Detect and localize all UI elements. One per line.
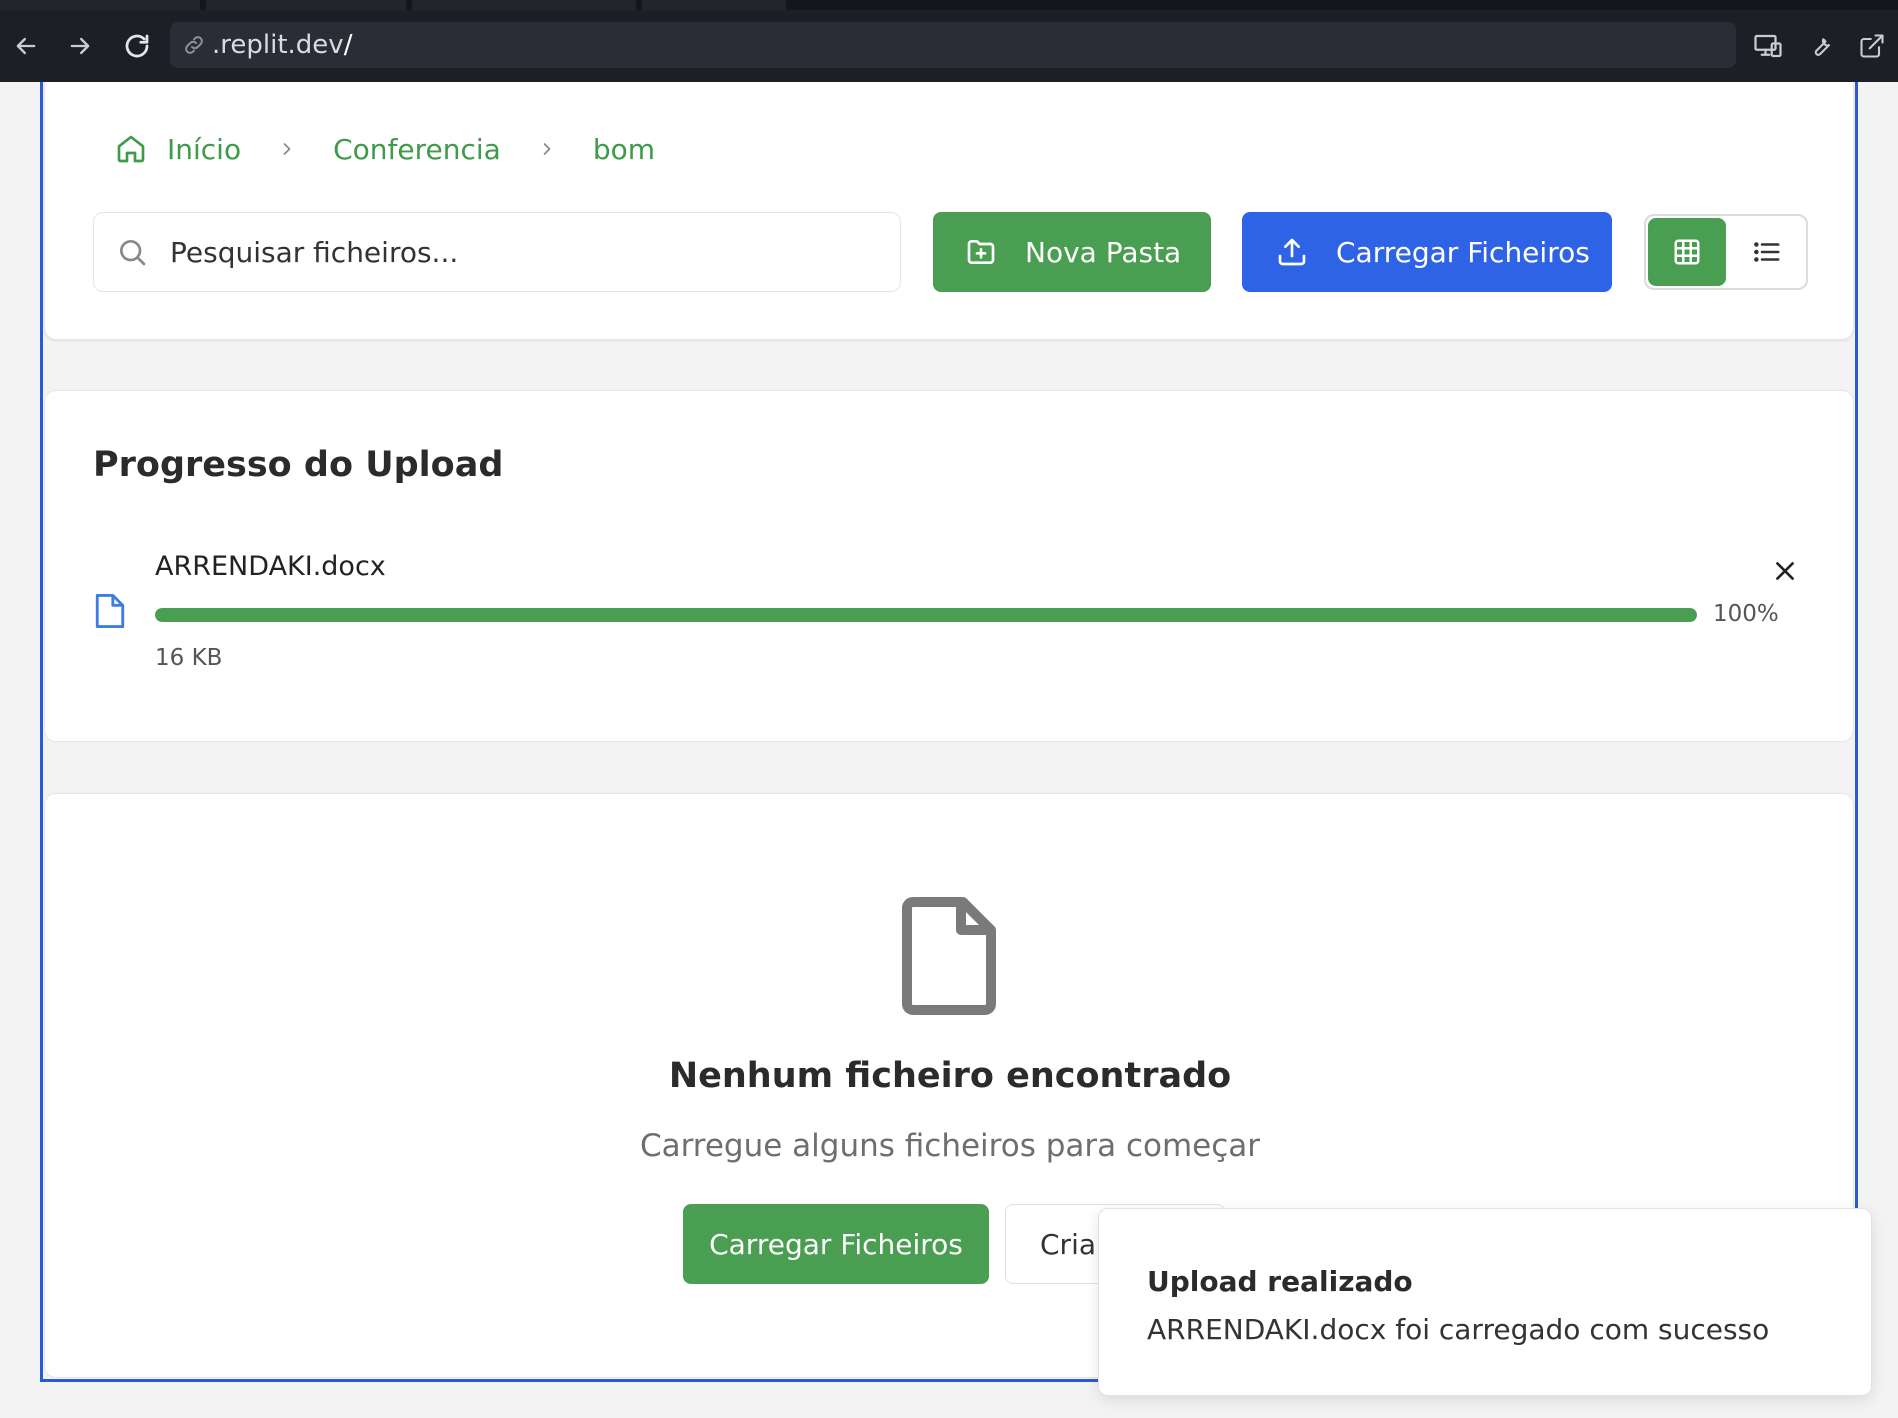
- arrow-left-icon: [16, 37, 36, 55]
- chevron-right-icon: [277, 139, 297, 159]
- empty-state-subtitle: Carregue alguns ficheiros para começar: [639, 1128, 1261, 1164]
- toast-message: ARRENDAKI.docx foi carregado com sucesso: [1147, 1313, 1770, 1346]
- address-bar[interactable]: .replit.dev /: [170, 22, 1736, 68]
- reload-icon: [125, 34, 149, 58]
- new-folder-label: Nova Pasta: [1025, 235, 1182, 269]
- new-folder-button[interactable]: Nova Pasta: [933, 212, 1211, 292]
- url-text: .replit.dev: [212, 30, 344, 60]
- devices-icon: [1754, 34, 1782, 58]
- breadcrumb-item-bom[interactable]: bom: [593, 133, 655, 166]
- upload-file-size: 16 KB: [155, 645, 223, 671]
- toast-notification[interactable]: Upload realizado ARRENDAKI.docx foi carr…: [1098, 1208, 1872, 1396]
- upload-progress-bar: [155, 608, 1697, 622]
- browser-tab[interactable]: [642, 0, 786, 10]
- external-link-icon: [1860, 34, 1884, 58]
- upload-file-name: ARRENDAKI.docx: [155, 551, 386, 582]
- url-cursor: /: [343, 30, 353, 60]
- close-icon: [1776, 562, 1794, 580]
- grid-icon: [1674, 239, 1700, 265]
- list-view-button[interactable]: [1728, 218, 1806, 286]
- forward-button[interactable]: [60, 26, 100, 66]
- close-upload-button[interactable]: [1767, 553, 1803, 589]
- upload-progress-card: Progresso do Upload ARRENDAKI.docx 100% …: [44, 390, 1854, 742]
- open-external-button[interactable]: [1852, 26, 1892, 66]
- browser-tab[interactable]: [412, 0, 636, 10]
- browser-tab[interactable]: [0, 0, 200, 10]
- reload-button[interactable]: [117, 26, 157, 66]
- empty-upload-button[interactable]: Carregar Ficheiros: [683, 1204, 989, 1284]
- empty-file-icon: [897, 894, 1001, 1022]
- empty-state-title: Nenhum ficheiro encontrado: [668, 1056, 1232, 1096]
- arrow-right-icon: [70, 37, 90, 55]
- chevron-right-icon: [537, 139, 557, 159]
- devtools-button[interactable]: [1800, 26, 1840, 66]
- browser-toolbar: .replit.dev /: [0, 0, 1898, 82]
- upload-progress-title: Progresso do Upload: [93, 445, 504, 485]
- breadcrumb-item-home[interactable]: Início: [167, 133, 241, 166]
- search-placeholder: Pesquisar ficheiros...: [170, 235, 459, 269]
- upload-icon: [1278, 238, 1306, 266]
- browser-tab[interactable]: [206, 0, 406, 10]
- wrench-icon: [1814, 38, 1831, 56]
- upload-files-label: Carregar Ficheiros: [1336, 235, 1590, 269]
- folder-plus-icon: [967, 240, 995, 264]
- home-icon[interactable]: [115, 133, 147, 165]
- list-icon: [1754, 242, 1780, 262]
- device-toggle-button[interactable]: [1748, 26, 1788, 66]
- upload-progress-percent: 100%: [1713, 601, 1779, 627]
- search-icon: [119, 240, 146, 266]
- upload-progress-fill: [155, 608, 1697, 622]
- breadcrumb-item-conferencia[interactable]: Conferencia: [333, 133, 501, 166]
- header-card: Início Conferencia bom Pesquisar ficheir…: [44, 82, 1854, 340]
- view-toggle: [1644, 214, 1808, 290]
- upload-files-button[interactable]: Carregar Ficheiros: [1242, 212, 1612, 292]
- search-input[interactable]: Pesquisar ficheiros...: [93, 212, 901, 292]
- link-icon: [185, 36, 203, 54]
- breadcrumb: Início Conferencia bom: [115, 124, 655, 174]
- toast-title: Upload realizado: [1147, 1265, 1413, 1298]
- back-button[interactable]: [6, 26, 46, 66]
- tab-strip: [0, 0, 1898, 10]
- grid-view-button[interactable]: [1648, 218, 1726, 286]
- file-icon: [93, 591, 127, 635]
